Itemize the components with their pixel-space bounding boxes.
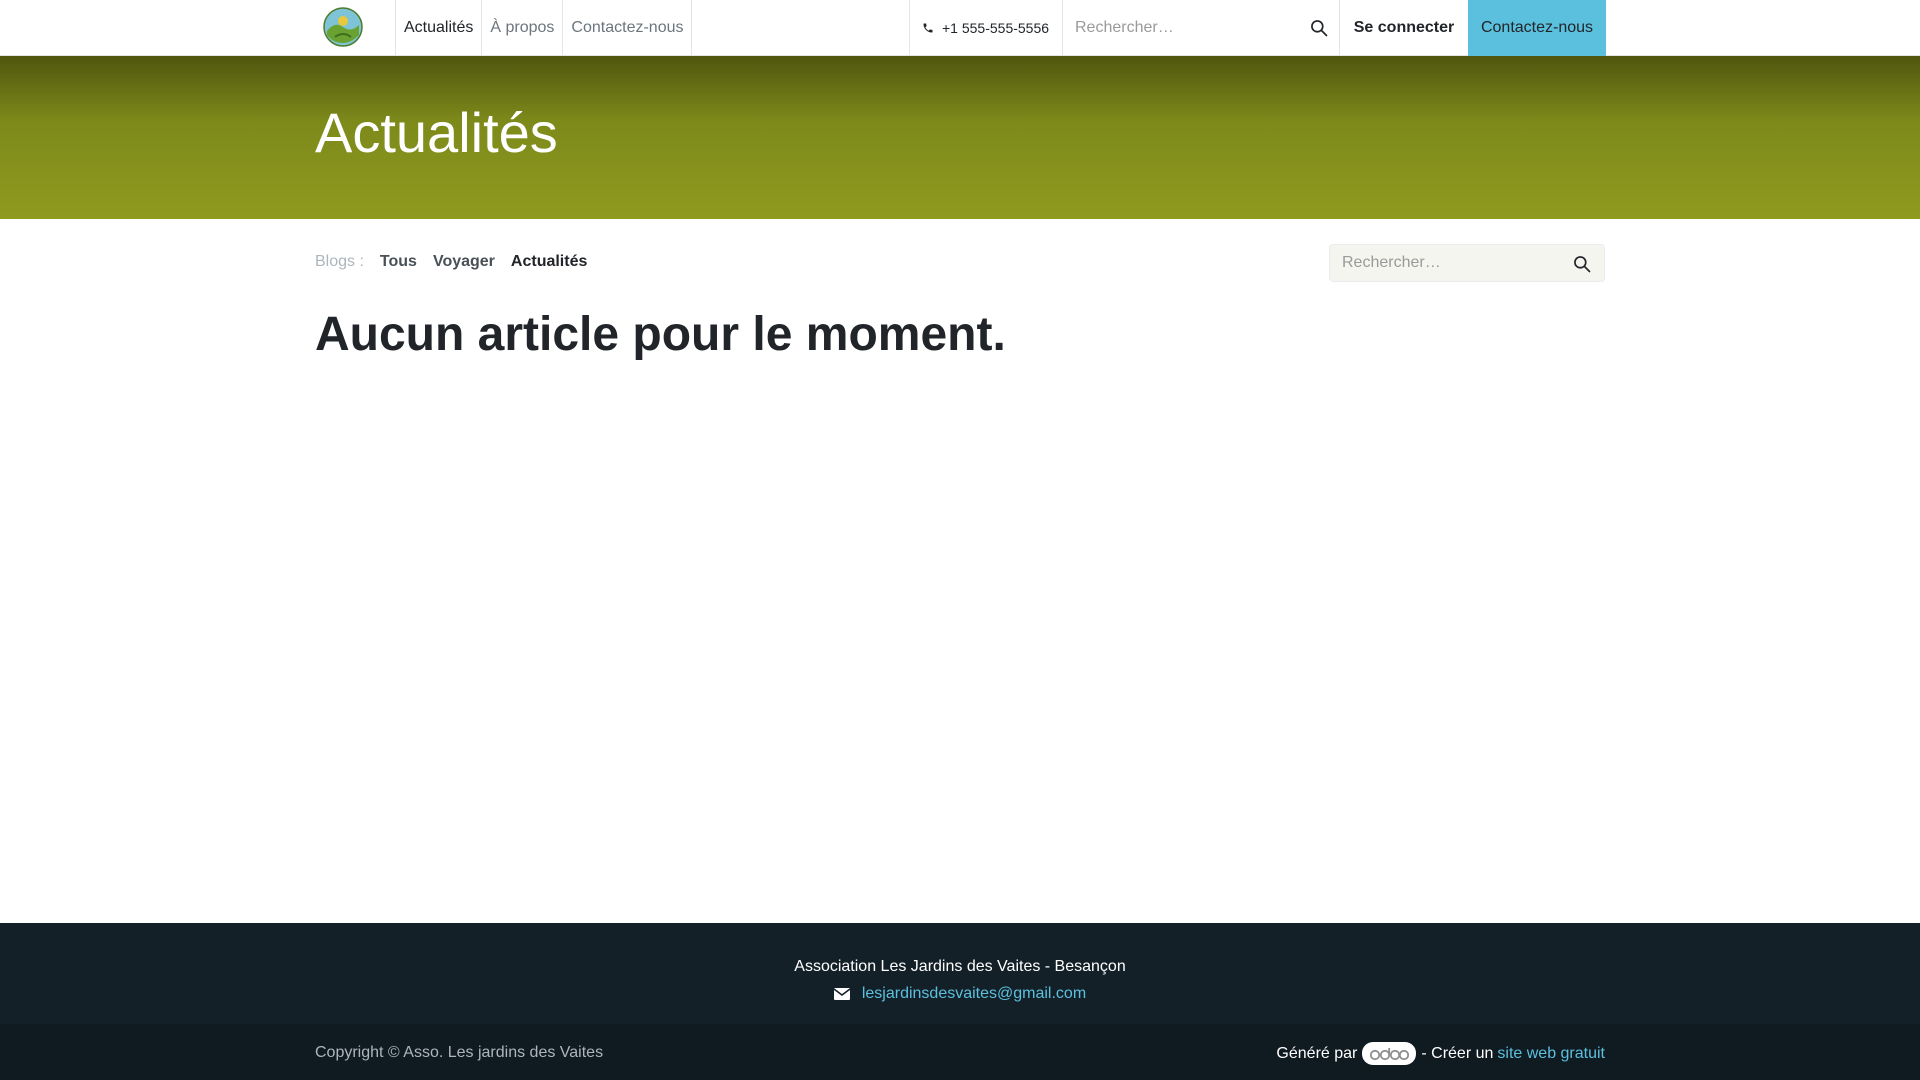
envelope-icon (833, 988, 850, 1000)
blog-filter-bar: Blogs : Tous Voyager Actualités (315, 244, 603, 280)
footer-bottom-bar: Copyright © Asso. Les jardins des Vaites… (0, 1024, 1920, 1080)
site-header: Actualités À propos Contactez-nous +1 55… (0, 0, 1920, 56)
blog-tag-tous[interactable]: Tous (380, 253, 417, 271)
blog-search-input[interactable] (1330, 245, 1560, 281)
blog-tag-actualites[interactable]: Actualités (511, 253, 587, 271)
header-container: Actualités À propos Contactez-nous +1 55… (315, 0, 1606, 56)
blog-search (1329, 244, 1605, 282)
powered-by: Généré par - Créer un site web gratuit (1276, 1042, 1605, 1065)
powered-prefix: Généré par (1276, 1044, 1358, 1062)
page-title: Actualités (315, 101, 558, 164)
phone-icon (923, 23, 933, 33)
signin-button[interactable]: Se connecter (1340, 0, 1468, 56)
empty-state-message: Aucun article pour le moment. (315, 308, 1006, 361)
blog-tag-voyager[interactable]: Voyager (433, 253, 495, 271)
odoo-logo-icon[interactable] (1362, 1042, 1417, 1065)
search-icon[interactable] (1572, 254, 1592, 274)
footer-organization: Association Les Jardins des Vaites - Bes… (794, 958, 1126, 975)
contact-button[interactable]: Contactez-nous (1468, 0, 1606, 56)
nav-item-a-propos[interactable]: À propos (481, 0, 562, 56)
garden-logo-icon[interactable] (323, 7, 363, 47)
phone-link[interactable]: +1 555-555-5556 (909, 0, 1062, 56)
nav-item-contactez-nous[interactable]: Contactez-nous (562, 0, 693, 56)
header-search-input[interactable] (1063, 0, 1293, 56)
main-nav: Actualités À propos Contactez-nous (395, 0, 693, 56)
page-banner: Actualités (0, 56, 1920, 219)
phone-number: +1 555-555-5556 (942, 20, 1050, 36)
site-footer: Association Les Jardins des Vaites - Bes… (0, 923, 1920, 1080)
powered-middle: - Créer un (1421, 1044, 1494, 1062)
blogs-label: Blogs : (315, 253, 364, 270)
nav-item-actualites[interactable]: Actualités (395, 0, 481, 56)
footer-email-link[interactable]: lesjardinsdesvaites@gmail.com (862, 985, 1086, 1003)
copyright-text: Copyright © Asso. Les jardins des Vaites (315, 1044, 604, 1061)
search-icon[interactable] (1309, 18, 1329, 38)
footer-email: lesjardinsdesvaites@gmail.com (0, 985, 1920, 1003)
header-search (1062, 0, 1340, 56)
free-website-link[interactable]: site web gratuit (1497, 1045, 1605, 1063)
